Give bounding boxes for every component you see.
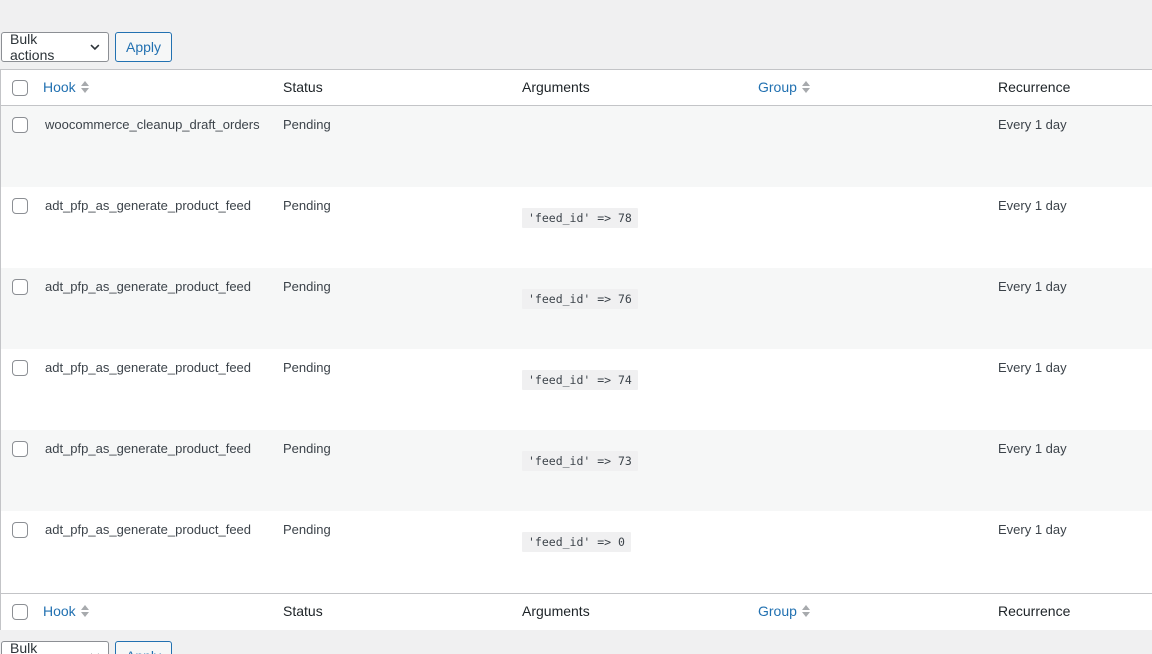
bulk-actions-label: Bulk actions bbox=[10, 31, 55, 63]
column-hook-sortable[interactable]: Hook bbox=[43, 79, 90, 95]
row-checkbox[interactable] bbox=[12, 360, 28, 376]
column-group-label: Group bbox=[758, 79, 797, 95]
column-arguments-footer: Arguments bbox=[522, 603, 590, 619]
row-checkbox[interactable] bbox=[12, 279, 28, 295]
row-hook: adt_pfp_as_generate_product_feed bbox=[45, 522, 252, 537]
row-hook: adt_pfp_as_generate_product_feed bbox=[45, 279, 252, 294]
row-arguments: 'feed_id' => 74 bbox=[522, 370, 638, 390]
row-status: Pending bbox=[283, 117, 331, 132]
apply-button[interactable]: Apply bbox=[115, 32, 173, 62]
table-row: adt_pfp_as_generate_product_feed Pending… bbox=[1, 511, 1152, 592]
actions-table: Hook Status Arguments Group Recurrence w… bbox=[0, 69, 1152, 630]
bulk-actions-bar-top: Bulk actions Apply bbox=[1, 31, 173, 63]
sort-arrows-icon bbox=[80, 605, 89, 617]
row-status: Pending bbox=[283, 360, 331, 375]
row-recurrence: Every 1 day bbox=[998, 279, 1067, 294]
table-row: adt_pfp_as_generate_product_feed Pending… bbox=[1, 187, 1152, 268]
row-recurrence: Every 1 day bbox=[998, 198, 1067, 213]
column-recurrence: Recurrence bbox=[998, 79, 1071, 95]
row-hook: woocommerce_cleanup_draft_orders bbox=[45, 117, 260, 132]
row-recurrence: Every 1 day bbox=[998, 441, 1067, 456]
row-status: Pending bbox=[283, 279, 331, 294]
select-all-checkbox[interactable] bbox=[12, 80, 28, 96]
table-row: adt_pfp_as_generate_product_feed Pending… bbox=[1, 430, 1152, 511]
column-recurrence-footer: Recurrence bbox=[998, 603, 1071, 619]
column-hook-label: Hook bbox=[43, 603, 76, 619]
table-header: Hook Status Arguments Group Recurrence bbox=[1, 70, 1152, 106]
bulk-actions-select-bottom[interactable]: Bulk actions bbox=[1, 640, 109, 654]
chevron-down-icon bbox=[90, 44, 100, 51]
row-arguments: 'feed_id' => 78 bbox=[522, 208, 638, 228]
column-hook-label: Hook bbox=[43, 79, 76, 95]
row-hook: adt_pfp_as_generate_product_feed bbox=[45, 198, 252, 213]
apply-button-bottom[interactable]: Apply bbox=[115, 641, 173, 654]
table-row: adt_pfp_as_generate_product_feed Pending… bbox=[1, 268, 1152, 349]
column-arguments: Arguments bbox=[522, 79, 590, 95]
table-footer: Hook Status Arguments Group Recurrence bbox=[1, 593, 1152, 630]
column-status-footer: Status bbox=[283, 603, 323, 619]
column-group-sortable-footer[interactable]: Group bbox=[758, 603, 811, 619]
row-arguments: 'feed_id' => 73 bbox=[522, 451, 638, 471]
row-hook: adt_pfp_as_generate_product_feed bbox=[45, 441, 252, 456]
row-status: Pending bbox=[283, 198, 331, 213]
bulk-actions-label: Bulk actions bbox=[10, 640, 38, 654]
bulk-actions-bar-bottom: Bulk actions Apply bbox=[1, 640, 173, 654]
column-hook-sortable-footer[interactable]: Hook bbox=[43, 603, 90, 619]
sort-arrows-icon bbox=[801, 605, 810, 617]
row-status: Pending bbox=[283, 441, 331, 456]
row-arguments: 'feed_id' => 0 bbox=[522, 532, 631, 552]
row-recurrence: Every 1 day bbox=[998, 522, 1067, 537]
column-status: Status bbox=[283, 79, 323, 95]
row-recurrence: Every 1 day bbox=[998, 117, 1067, 132]
column-group-sortable[interactable]: Group bbox=[758, 79, 811, 95]
row-recurrence: Every 1 day bbox=[998, 360, 1067, 375]
row-checkbox[interactable] bbox=[12, 117, 28, 133]
row-checkbox[interactable] bbox=[12, 522, 28, 538]
column-group-label: Group bbox=[758, 603, 797, 619]
row-checkbox[interactable] bbox=[12, 198, 28, 214]
table-row: woocommerce_cleanup_draft_orders Pending… bbox=[1, 106, 1152, 187]
row-status: Pending bbox=[283, 522, 331, 537]
sort-arrows-icon bbox=[80, 81, 89, 93]
select-all-checkbox-footer[interactable] bbox=[12, 604, 28, 620]
sort-arrows-icon bbox=[801, 81, 810, 93]
row-hook: adt_pfp_as_generate_product_feed bbox=[45, 360, 252, 375]
table-row: adt_pfp_as_generate_product_feed Pending… bbox=[1, 349, 1152, 430]
row-checkbox[interactable] bbox=[12, 441, 28, 457]
bulk-actions-select[interactable]: Bulk actions bbox=[1, 31, 109, 63]
row-arguments: 'feed_id' => 76 bbox=[522, 289, 638, 309]
